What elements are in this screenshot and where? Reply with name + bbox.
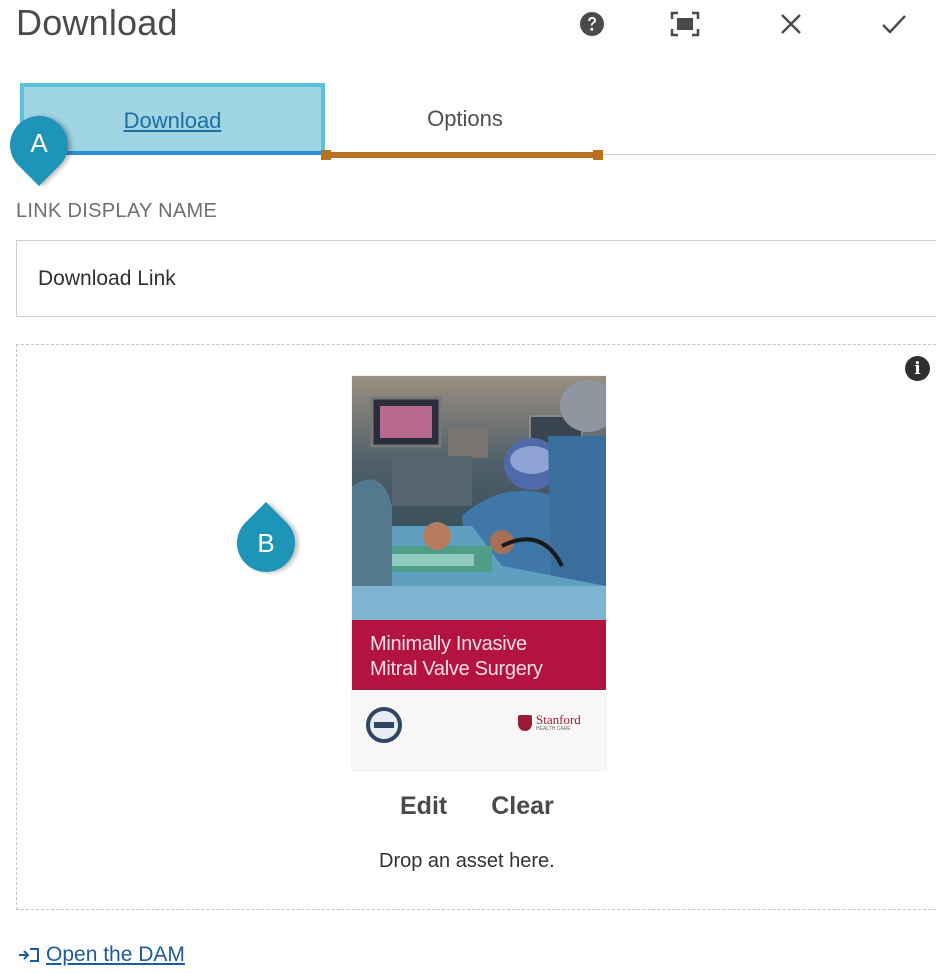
dialog-title: Download xyxy=(16,2,178,43)
asset-logo-strip: Stanford HEALTH CARE xyxy=(352,690,606,770)
close-icon xyxy=(781,14,801,34)
asset-actions: Edit Clear xyxy=(400,792,554,821)
surgery-photo xyxy=(352,376,606,620)
external-link-icon xyxy=(19,948,39,962)
clear-button[interactable]: Clear xyxy=(491,792,554,821)
fullscreen-button[interactable] xyxy=(665,4,705,44)
asset-caption-line-1: Minimally Invasive xyxy=(370,633,527,655)
asset-thumbnail[interactable]: Minimally Invasive Mitral Valve Surgery … xyxy=(352,376,606,770)
award-seal-logo xyxy=(366,707,402,743)
asset-caption-line-2: Mitral Valve Surgery xyxy=(370,658,543,680)
close-button[interactable] xyxy=(771,4,811,44)
tab-bar: Download Options xyxy=(20,83,936,160)
tab-options[interactable]: Options xyxy=(325,83,605,155)
drop-hint: Drop an asset here. xyxy=(379,850,555,872)
link-display-name-label: LINK DISPLAY NAME xyxy=(16,200,218,222)
edit-button[interactable]: Edit xyxy=(400,792,447,821)
open-dam-link[interactable]: Open the DAM xyxy=(18,943,185,967)
asset-caption: Minimally Invasive Mitral Valve Surgery xyxy=(352,620,606,690)
tab-options-label: Options xyxy=(427,106,503,131)
stanford-shield-icon xyxy=(518,715,532,731)
help-icon xyxy=(580,12,604,36)
done-button[interactable] xyxy=(874,4,914,44)
fullscreen-icon xyxy=(670,11,700,37)
callout-b: B xyxy=(224,501,333,585)
stanford-logo-text: Stanford HEALTH CARE xyxy=(536,712,581,732)
options-highlight-bar xyxy=(321,150,603,160)
callout-a-label: A xyxy=(30,127,48,158)
help-button[interactable] xyxy=(572,4,612,44)
checkmark-icon xyxy=(882,15,906,34)
tab-download-label: Download xyxy=(123,108,222,133)
callout-b-label: B xyxy=(257,527,275,558)
callout-a: A xyxy=(0,103,81,187)
stanford-logo: Stanford HEALTH CARE xyxy=(518,712,581,732)
info-icon[interactable]: i xyxy=(905,356,930,381)
open-dam-label: Open the DAM xyxy=(46,943,185,966)
link-display-name-input[interactable] xyxy=(16,240,936,317)
